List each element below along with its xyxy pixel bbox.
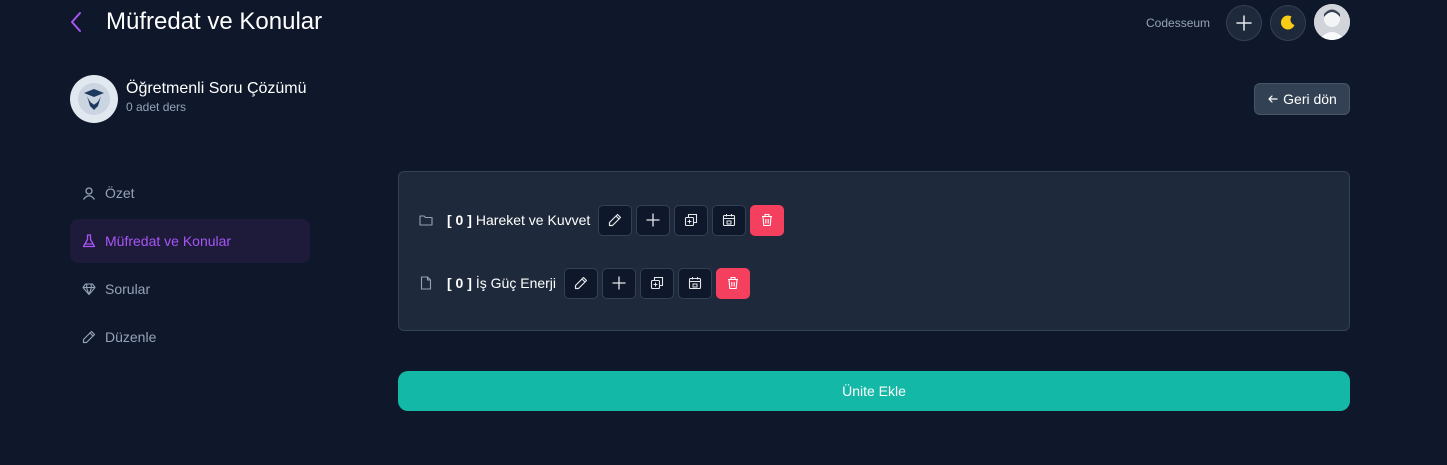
pencil-icon (609, 213, 622, 227)
arrow-left-icon (1268, 95, 1278, 103)
duplicate-button[interactable] (640, 267, 675, 299)
calendar-icon (723, 214, 736, 227)
delete-button[interactable] (750, 204, 785, 236)
go-back-label: Geri dön (1283, 91, 1337, 107)
sidebar-item-label: Özet (105, 185, 135, 201)
chevron-left-icon (71, 12, 81, 32)
add-topic-button[interactable] (602, 267, 637, 299)
sidebar-item-ozet[interactable]: Özet (70, 171, 310, 215)
unit-title[interactable]: İş Güç Enerji (476, 275, 556, 291)
add-topic-button[interactable] (636, 204, 671, 236)
calendar-button[interactable] (678, 267, 713, 299)
trash-icon (762, 213, 773, 227)
folder-icon (419, 213, 433, 227)
brand-label[interactable]: Codesseum (1146, 16, 1210, 30)
course-avatar (70, 75, 118, 123)
delete-button[interactable] (716, 267, 751, 299)
unit-row: [ 0 ] İş Güç Enerji (419, 267, 754, 299)
unit-row: [ 0 ] Hareket ve Kuvvet (419, 204, 788, 236)
theme-toggle-button[interactable] (1270, 5, 1306, 41)
moon-icon (1280, 15, 1295, 30)
add-button[interactable] (1226, 5, 1262, 41)
pencil-icon (574, 276, 588, 290)
unit-count: [ 0 ] (447, 275, 472, 291)
sidebar-item-label: Düzenle (105, 329, 157, 345)
page-title: Müfredat ve Konular (106, 8, 323, 35)
unit-title[interactable]: Hareket ve Kuvvet (476, 212, 590, 228)
user-icon (82, 186, 96, 200)
avatar[interactable] (1314, 4, 1350, 40)
sidebar-item-sorular[interactable]: Sorular (70, 267, 310, 311)
edit-button[interactable] (564, 267, 599, 299)
sidebar-item-duzenle[interactable]: Düzenle (70, 315, 310, 359)
sidebar-item-label: Sorular (105, 281, 151, 297)
copy-icon (685, 213, 698, 227)
file-icon (419, 276, 433, 290)
sidebar-item-mufredat[interactable]: Müfredat ve Konular (70, 219, 310, 263)
plus-icon (612, 276, 626, 290)
course-subtitle: 0 adet ders (126, 100, 187, 114)
plus-icon (1236, 15, 1252, 31)
sidebar-item-label: Müfredat ve Konular (105, 233, 232, 249)
plus-icon (646, 213, 660, 227)
back-button[interactable] (64, 10, 88, 34)
calendar-icon (688, 277, 702, 290)
diamond-icon (82, 282, 96, 296)
duplicate-button[interactable] (674, 204, 709, 236)
edit-button[interactable] (598, 204, 633, 236)
course-title: Öğretmenli Soru Çözümü (126, 80, 307, 97)
course-logo-icon (78, 83, 110, 115)
units-panel: [ 0 ] Hareket ve Kuvvet [0] İş Güç Ene… (398, 171, 1350, 331)
pencil-icon (82, 330, 96, 344)
copy-icon (650, 276, 664, 290)
trash-icon (728, 276, 739, 290)
add-unit-button[interactable]: Ünite Ekle (398, 371, 1350, 411)
calendar-button[interactable] (712, 204, 747, 236)
avatar-icon (1314, 4, 1350, 40)
unit-count: [ 0 ] (447, 212, 472, 228)
go-back-button[interactable]: Geri dön (1254, 83, 1350, 115)
flask-icon (82, 234, 96, 248)
